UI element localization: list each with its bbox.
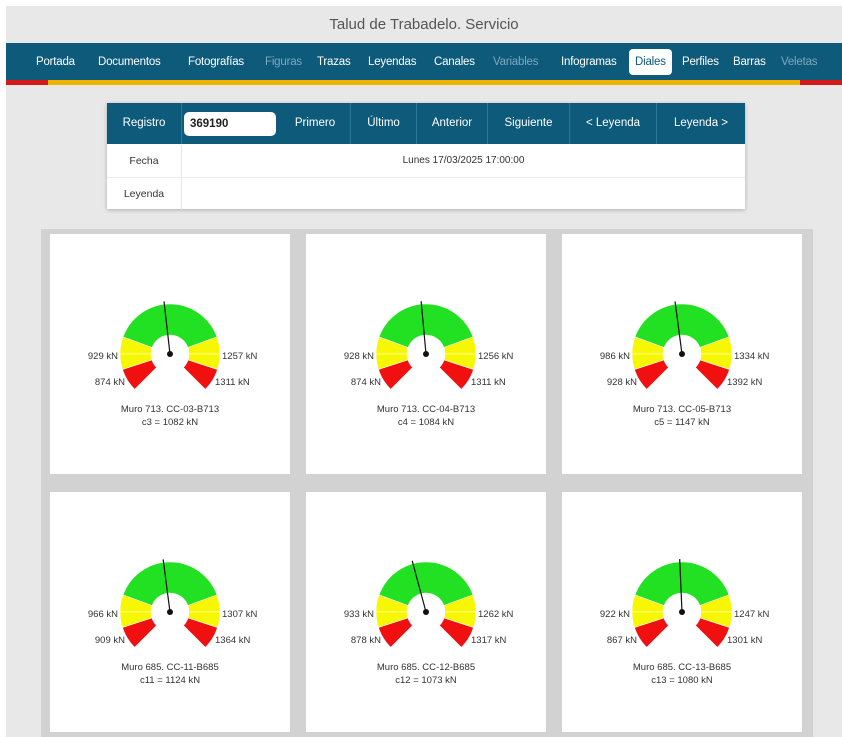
nav-item-diales[interactable]: Diales (629, 49, 672, 75)
dial-card: 933 kN 878 kN 1262 kN 1317 kN Muro 685. CC-1… (306, 492, 546, 732)
app-window: Talud de Trabadelo. Servicio Portada Doc… (6, 6, 842, 737)
record-toolbar: Registro Primero Último Anterior Siguien… (107, 103, 745, 144)
gauge-chart: 929 kN 874 kN 1257 kN 1311 kN Muro 713. CC-0… (88, 301, 258, 428)
threshold-red-high-label: 1311 kN (215, 377, 250, 388)
threshold-red-low-label: 928 kN (607, 377, 637, 388)
nav-item-documentos[interactable]: Documentos (98, 49, 161, 75)
dial-reading: c12 = 1073 kN (395, 675, 457, 686)
legend-next-button[interactable]: Leyenda > (657, 103, 745, 144)
threshold-red-high-label: 1364 kN (215, 635, 251, 646)
dial-card: 922 kN 867 kN 1247 kN 1301 kN Muro 685. CC-1… (562, 492, 802, 732)
nav-item-variables[interactable]: Variables (493, 49, 538, 75)
threshold-yellow-low-label: 966 kN (88, 609, 118, 620)
threshold-yellow-low-label: 928 kN (344, 351, 374, 362)
threshold-yellow-high-label: 1262 kN (478, 609, 514, 620)
threshold-red-low-label: 874 kN (351, 377, 381, 388)
threshold-yellow-low-label: 933 kN (344, 609, 374, 620)
first-button[interactable]: Primero (280, 103, 351, 144)
threshold-red-low-label: 867 kN (607, 635, 637, 646)
fecha-value: Lunes 17/03/2025 17:00:00 (402, 155, 525, 166)
legend-prev-button[interactable]: < Leyenda (570, 103, 657, 144)
main-nav: Portada Documentos Fotografías Figuras T… (6, 43, 842, 80)
gauge-hub (679, 351, 685, 357)
gauge-chart: 922 kN 867 kN 1247 kN 1301 kN Muro 685. CC-1… (600, 559, 770, 686)
dial-reading: c5 = 1147 kN (654, 417, 710, 428)
threshold-red-high-label: 1301 kN (727, 635, 763, 646)
nav-item-trazas[interactable]: Trazas (317, 49, 351, 75)
gauge-green-band (122, 561, 218, 606)
dial-card: 928 kN 874 kN 1256 kN 1311 kN Muro 713. CC-0… (306, 234, 546, 474)
threshold-red-high-label: 1311 kN (471, 377, 506, 388)
gauge-green-band (378, 303, 474, 348)
dial-reading: c11 = 1124 kN (140, 675, 200, 686)
nav-item-infogramas[interactable]: Infogramas (561, 49, 617, 75)
nav-item-veletas[interactable]: Veletas (781, 49, 818, 75)
gauge-hub (423, 609, 429, 615)
dial-name: Muro 685. CC-11-B685 (121, 662, 219, 673)
nav-item-portada[interactable]: Portada (36, 49, 75, 75)
nav-item-canales[interactable]: Canales (434, 49, 475, 75)
dial-card: 929 kN 874 kN 1257 kN 1311 kN Muro 713. CC-0… (50, 234, 290, 474)
gauge-hub (167, 351, 173, 357)
dial-card: 966 kN 909 kN 1307 kN 1364 kN Muro 685. CC-1… (50, 492, 290, 732)
record-panel: Registro Primero Último Anterior Siguien… (107, 103, 745, 210)
gauge-green-band (122, 303, 218, 348)
dial-name: Muro 685. CC-13-B685 (633, 662, 731, 673)
gauge-hub (679, 609, 685, 615)
next-button[interactable]: Siguiente (488, 103, 570, 144)
accent-stripe (6, 80, 842, 85)
fecha-label: Fecha (107, 145, 182, 177)
nav-item-fotografias[interactable]: Fotografías (188, 49, 244, 75)
gauge-chart: 986 kN 928 kN 1334 kN 1392 kN Muro 713. CC-0… (600, 301, 770, 428)
leyenda-value (182, 178, 745, 210)
threshold-yellow-low-label: 922 kN (600, 609, 630, 620)
nav-item-leyendas[interactable]: Leyendas (368, 49, 416, 75)
threshold-yellow-high-label: 1256 kN (478, 351, 514, 362)
nav-item-barras[interactable]: Barras (733, 49, 766, 75)
gauge-green-band (378, 561, 474, 606)
gauge-chart: 928 kN 874 kN 1256 kN 1311 kN Muro 713. CC-0… (344, 301, 514, 428)
previous-button[interactable]: Anterior (417, 103, 488, 144)
gauge-hub (423, 351, 429, 357)
registro-label: Registro (107, 103, 182, 144)
gauge-chart: 966 kN 909 kN 1307 kN 1364 kN Muro 685. CC-1… (88, 559, 258, 686)
dial-name: Muro 685. CC-12-B685 (377, 662, 475, 673)
threshold-yellow-high-label: 1257 kN (222, 351, 258, 362)
threshold-yellow-high-label: 1247 kN (734, 609, 770, 620)
dial-name: Muro 713. CC-04-B713 (377, 404, 475, 415)
page-title: Talud de Trabadelo. Servicio (329, 16, 519, 33)
threshold-red-high-label: 1317 kN (471, 635, 507, 646)
registro-input[interactable] (184, 112, 276, 136)
threshold-red-low-label: 909 kN (95, 635, 125, 646)
gauge-green-band (634, 303, 730, 348)
dial-name: Muro 713. CC-03-B713 (121, 404, 219, 415)
threshold-red-low-label: 874 kN (95, 377, 125, 388)
leyenda-label: Leyenda (107, 178, 182, 210)
gauge-hub (167, 609, 173, 615)
dial-reading: c13 = 1080 kN (651, 675, 713, 686)
threshold-red-high-label: 1392 kN (727, 377, 763, 388)
threshold-yellow-high-label: 1334 kN (734, 351, 770, 362)
last-button[interactable]: Último (351, 103, 417, 144)
threshold-yellow-high-label: 1307 kN (222, 609, 258, 620)
gauge-chart: 933 kN 878 kN 1262 kN 1317 kN Muro 685. CC-1… (344, 560, 514, 686)
nav-item-figuras[interactable]: Figuras (265, 49, 302, 75)
nav-item-perfiles[interactable]: Perfiles (682, 49, 719, 75)
dial-reading: c3 = 1082 kN (142, 417, 198, 428)
threshold-red-low-label: 878 kN (351, 635, 381, 646)
threshold-yellow-low-label: 986 kN (600, 351, 630, 362)
dial-card: 986 kN 928 kN 1334 kN 1392 kN Muro 713. CC-0… (562, 234, 802, 474)
dial-name: Muro 713. CC-05-B713 (633, 404, 731, 415)
threshold-yellow-low-label: 929 kN (88, 351, 118, 362)
dial-reading: c4 = 1084 kN (398, 417, 454, 428)
